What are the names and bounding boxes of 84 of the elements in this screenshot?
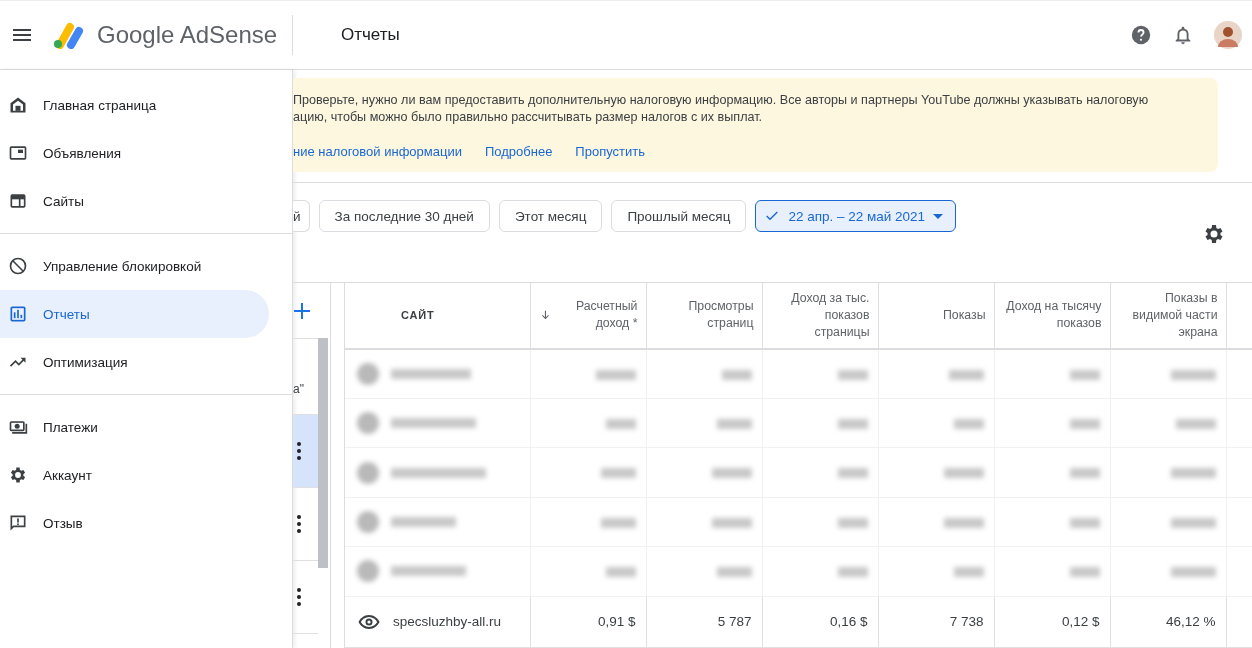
column-header[interactable]: Расчетный доход *: [551, 298, 638, 333]
blurred-text: [837, 419, 868, 430]
column-header[interactable]: Просмотры страниц: [654, 298, 754, 333]
feedback-icon: [8, 513, 28, 533]
blurred-text: [1069, 419, 1100, 430]
ad-frame-icon: [8, 143, 28, 163]
blurred-text: [716, 567, 752, 578]
blurred-text: [837, 468, 868, 479]
column-header[interactable]: Доход за тыс. показов страницы: [770, 289, 870, 341]
table-value: 46,12 %: [1165, 614, 1216, 630]
blurred-icon: [357, 412, 379, 435]
block-icon: [8, 256, 28, 276]
table-value: 0,12 $: [1061, 614, 1100, 630]
blurred-text: [953, 419, 984, 430]
date-chip[interactable]: й: [293, 200, 310, 232]
caret-icon: [933, 213, 944, 219]
nav-item[interactable]: Отчеты: [0, 290, 269, 338]
table-value: 0,16 $: [829, 614, 868, 630]
column-header[interactable]: Показы: [886, 306, 986, 324]
blurred-text: [837, 369, 868, 380]
logo-icon: [52, 21, 86, 49]
notice-link[interactable]: Пропустить: [575, 143, 645, 160]
date-chip[interactable]: Прошлый месяц: [611, 200, 747, 232]
table-value: 0,91 $: [597, 614, 636, 630]
blurred-text: [716, 419, 752, 430]
blurred-text: [1069, 517, 1100, 528]
blurred-text: [943, 468, 984, 479]
blurred-text: [837, 567, 868, 578]
nav-item[interactable]: Объявления: [0, 129, 269, 177]
blurred-text: [1069, 369, 1100, 380]
bar-chart-icon: [8, 304, 28, 324]
blurred-text: [600, 517, 636, 528]
nav-item[interactable]: Управление блокировкой: [0, 242, 269, 290]
table-value: 7 738: [949, 614, 984, 630]
blurred-text: [1175, 419, 1216, 430]
site-name: specsluzhby-all.ru: [393, 614, 502, 630]
brand-name: Google AdSense: [97, 21, 278, 49]
column-header[interactable]: Показы в видимой части экрана: [1118, 289, 1218, 341]
blurred-text: [1069, 567, 1100, 578]
avatar[interactable]: [1214, 21, 1242, 49]
blurred-icon: [357, 510, 379, 533]
blurred-text: [943, 517, 984, 528]
nav-item[interactable]: Платежи: [0, 403, 269, 451]
nav-item[interactable]: Главная страница: [0, 81, 269, 129]
blurred-icon: [357, 362, 379, 385]
blurred-icon: [357, 461, 379, 484]
table-value: 5 787: [717, 614, 752, 630]
layout-icon: [8, 191, 28, 211]
settings-icon: [8, 465, 28, 485]
column-header[interactable]: САЙТ: [401, 306, 522, 324]
blurred-text: [711, 517, 752, 528]
blurred-text: [1069, 468, 1100, 479]
page-title: Отчеты: [341, 25, 401, 45]
date-chip[interactable]: 22 апр. – 22 май 2021: [755, 200, 957, 232]
blurred-text: [1170, 468, 1216, 479]
date-chip[interactable]: Этот месяц: [498, 200, 603, 232]
blurred-icon: [357, 560, 379, 583]
notice-text: ацию, чтобы можно было правильно рассчитывать размер налогов с их выплат.: [293, 109, 764, 126]
blurred-text: [721, 369, 752, 380]
blurred-text: [605, 567, 636, 578]
nav-item[interactable]: Сайты: [0, 177, 269, 225]
nav-item[interactable]: Оптимизация: [0, 338, 269, 386]
nav-item[interactable]: Аккаунт: [0, 451, 269, 499]
scrollbar[interactable]: [318, 338, 328, 568]
nav-item[interactable]: Отзыв: [0, 499, 269, 547]
blurred-text: [711, 468, 752, 479]
blurred-text: [600, 468, 636, 479]
blurred-text: [391, 516, 456, 527]
notice-link[interactable]: ние налоговой информации: [293, 143, 462, 160]
column-header[interactable]: Доход на тысячу показов: [1002, 298, 1102, 333]
list-caption: а": [293, 382, 304, 396]
blurred-text: [948, 369, 984, 380]
home-icon: [8, 95, 28, 115]
blurred-text: [1170, 567, 1216, 578]
notice-text: Проверьте, нужно ли вам предоставить дополнительную налоговую информацию. Все авторы и партнеры YouTube должны указывать налоговую: [293, 92, 1150, 109]
blurred-text: [605, 419, 636, 430]
blurred-text: [1170, 369, 1216, 380]
blurred-text: [595, 369, 636, 380]
blurred-text: [953, 567, 984, 578]
date-chip[interactable]: За последние 30 дней: [318, 200, 490, 232]
help-icon[interactable]: [1130, 24, 1152, 46]
blurred-text: [1170, 517, 1216, 528]
blurred-text: [837, 517, 868, 528]
notice-link[interactable]: Подробнее: [484, 143, 553, 160]
